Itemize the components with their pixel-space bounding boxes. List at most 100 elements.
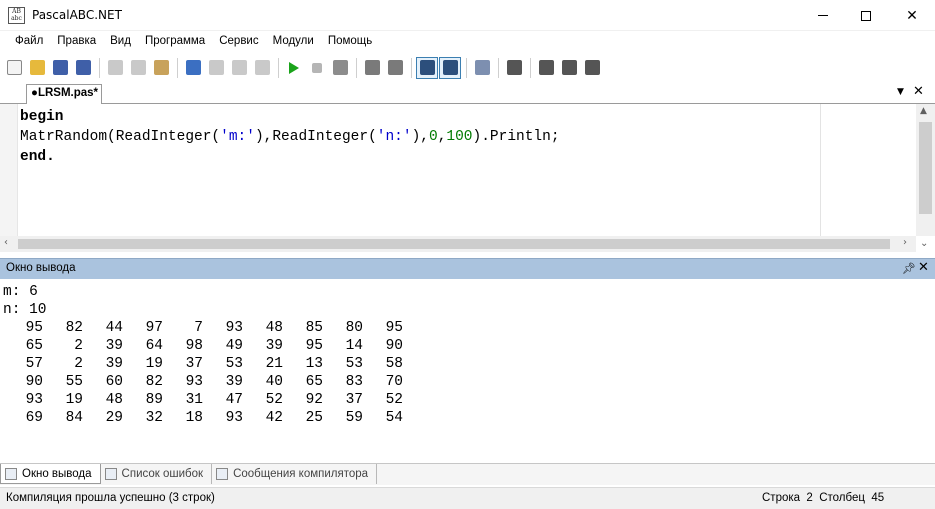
scroll-right-icon[interactable]: › bbox=[903, 237, 907, 248]
step-over-icon bbox=[561, 60, 577, 75]
code-token: end. bbox=[20, 149, 55, 165]
format-button[interactable] bbox=[471, 57, 493, 79]
editor-vertical-scrollbar[interactable]: ▲ bbox=[916, 104, 935, 236]
tab-close-icon[interactable]: ✕ bbox=[913, 84, 924, 99]
output-close-icon[interactable]: ✕ bbox=[918, 260, 929, 275]
matrix-cell: 47 bbox=[225, 392, 243, 408]
code-area[interactable]: begin MatrRandom(ReadInteger('m:'),ReadIn… bbox=[20, 107, 560, 167]
menu-item-3[interactable]: Программа bbox=[138, 33, 212, 53]
close-button[interactable]: ✕ bbox=[889, 0, 935, 31]
save-button[interactable] bbox=[49, 57, 71, 79]
matrix-cell: 93 bbox=[225, 410, 243, 426]
new-file-button[interactable] bbox=[3, 57, 25, 79]
matrix-cell: 97 bbox=[145, 320, 163, 336]
text-mode-icon bbox=[442, 60, 458, 75]
matrix-cell: 39 bbox=[265, 338, 283, 354]
tab-lrsm-pas[interactable]: ●LRSM.pas* bbox=[26, 84, 102, 104]
code-token: 100 bbox=[446, 129, 473, 145]
output-panel-header: Окно вывода 📌︎ ✕ bbox=[0, 258, 935, 279]
menu-item-1[interactable]: Правка bbox=[50, 33, 103, 53]
nav-forward-icon bbox=[254, 60, 270, 75]
maximize-button[interactable] bbox=[843, 0, 889, 31]
matrix-cell: 19 bbox=[65, 392, 83, 408]
bottom-tab-label: Сообщения компилятора bbox=[233, 468, 369, 480]
matrix-cell: 95 bbox=[385, 320, 403, 336]
text-mode-button[interactable] bbox=[439, 56, 461, 79]
debug-button[interactable] bbox=[503, 57, 525, 79]
bottom-tab-2[interactable]: Сообщения компилятора bbox=[212, 464, 378, 484]
toolbar-separator bbox=[278, 57, 279, 78]
toolbar bbox=[0, 55, 935, 80]
save-all-button[interactable] bbox=[72, 57, 94, 79]
stop-button[interactable] bbox=[306, 57, 328, 79]
menu-item-6[interactable]: Помощь bbox=[321, 33, 379, 53]
matrix-cell: 7 bbox=[194, 320, 203, 336]
output-window-button[interactable] bbox=[416, 56, 438, 79]
menu-item-5[interactable]: Модули bbox=[266, 33, 321, 53]
compile-button[interactable] bbox=[329, 57, 351, 79]
matrix-cell: 55 bbox=[65, 374, 83, 390]
editor-horizontal-scrollbar[interactable]: ‹ › bbox=[0, 236, 916, 252]
cut-icon bbox=[107, 60, 123, 75]
debug-icon bbox=[506, 60, 522, 75]
matrix-cell: 31 bbox=[185, 392, 203, 408]
toolbar-separator bbox=[411, 57, 412, 78]
output-text[interactable]: m: 6 n: 10 95 82 44 97 7 93 48 85 80 95 65 2 39 64 98 49 3… bbox=[0, 283, 935, 461]
minimize-button[interactable] bbox=[800, 0, 846, 31]
paste-button[interactable] bbox=[150, 57, 172, 79]
matrix-cell: 80 bbox=[345, 320, 363, 336]
step-into-button[interactable] bbox=[535, 57, 557, 79]
tab-list-dropdown-icon[interactable]: ▼ bbox=[897, 87, 904, 97]
output-window-icon bbox=[419, 60, 435, 75]
matrix-cell: 39 bbox=[105, 338, 123, 354]
matrix-cell: 85 bbox=[305, 320, 323, 336]
menu-item-0[interactable]: Файл bbox=[8, 33, 50, 53]
scroll-up-icon[interactable]: ▲ bbox=[920, 106, 927, 116]
matrix-cell: 37 bbox=[345, 392, 363, 408]
matrix-cell: 82 bbox=[145, 374, 163, 390]
cut-button[interactable] bbox=[104, 57, 126, 79]
run-icon bbox=[289, 61, 299, 74]
step-over-button[interactable] bbox=[558, 57, 580, 79]
undo-button[interactable] bbox=[182, 57, 204, 79]
matrix-cell: 98 bbox=[185, 338, 203, 354]
matrix-cell: 48 bbox=[105, 392, 123, 408]
scroll-down-icon[interactable]: ⌄ bbox=[920, 238, 928, 249]
matrix-cell: 42 bbox=[265, 410, 283, 426]
new-file-icon bbox=[6, 60, 22, 75]
matrix-cell: 18 bbox=[185, 410, 203, 426]
toolbar-separator bbox=[466, 57, 467, 78]
nav-back-button[interactable] bbox=[228, 57, 250, 79]
compiler-messages-icon bbox=[216, 468, 229, 480]
step-out-button[interactable] bbox=[581, 57, 603, 79]
comment-button[interactable] bbox=[361, 57, 383, 79]
vertical-scroll-thumb[interactable] bbox=[919, 122, 932, 214]
bottom-tab-0[interactable]: Окно вывода bbox=[0, 464, 101, 484]
code-editor[interactable]: begin MatrRandom(ReadInteger('m:'),ReadIn… bbox=[0, 104, 935, 252]
output-prompt-line: m: 6 bbox=[3, 284, 38, 300]
redo-button[interactable] bbox=[205, 57, 227, 79]
editor-tab-strip: ●LRSM.pas* ▼ ✕ bbox=[0, 82, 935, 104]
bottom-tab-1[interactable]: Список ошибок bbox=[101, 464, 213, 484]
menu-item-4[interactable]: Сервис bbox=[212, 33, 265, 53]
close-icon: ✕ bbox=[906, 7, 918, 24]
nav-forward-button[interactable] bbox=[251, 57, 273, 79]
editor-gutter bbox=[0, 104, 18, 236]
open-folder-button[interactable] bbox=[26, 57, 48, 79]
code-token: ),ReadInteger( bbox=[254, 129, 377, 145]
scroll-left-icon[interactable]: ‹ bbox=[4, 237, 8, 248]
menu-item-2[interactable]: Вид bbox=[103, 33, 138, 53]
run-button[interactable] bbox=[283, 57, 305, 79]
format-icon bbox=[474, 60, 490, 75]
matrix-cell: 93 bbox=[185, 374, 203, 390]
copy-button[interactable] bbox=[127, 57, 149, 79]
stop-icon bbox=[312, 62, 322, 73]
error-list-icon bbox=[104, 468, 117, 480]
uncomment-button[interactable] bbox=[384, 57, 406, 79]
horizontal-scroll-thumb[interactable] bbox=[18, 239, 890, 249]
matrix-cell: 2 bbox=[74, 338, 83, 354]
matrix-cell: 65 bbox=[25, 338, 43, 354]
copy-icon bbox=[130, 60, 146, 75]
pin-icon[interactable]: 📌︎ bbox=[902, 262, 916, 275]
compile-icon bbox=[332, 60, 348, 75]
